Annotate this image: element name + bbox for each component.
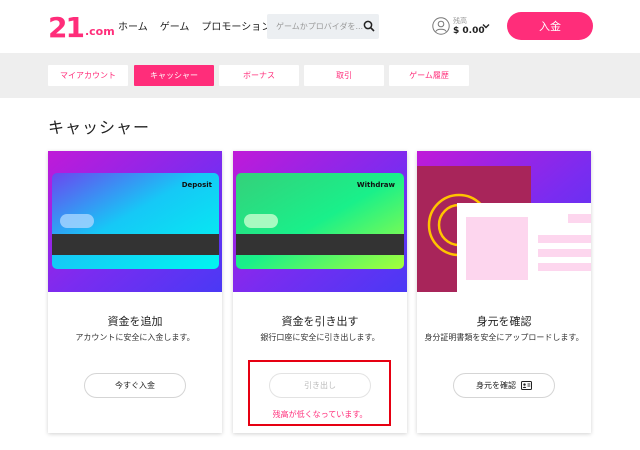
withdraw-card-title: 資金を引き出す [281,315,359,328]
deposit-now-button[interactable]: 今すぐ入金 [84,373,186,398]
verify-identity-illustration [417,151,591,292]
tab-bonus[interactable]: ボーナス [219,65,299,86]
tab-cashier[interactable]: キャッシャー [134,65,214,86]
user-avatar-icon [432,17,450,35]
search-icon[interactable] [363,20,375,32]
verify-card-title: 身元を確認 [476,315,532,328]
highlight-box [248,360,391,426]
tab-transactions[interactable]: 取引 [304,65,384,86]
withdraw-card-desc: 銀行口座に安全に引き出します。 [260,333,380,342]
search-placeholder: ゲームかプロバイダを... [276,22,364,31]
nav-games[interactable]: ゲーム [160,18,190,33]
site-logo[interactable]: 21 .com [48,12,115,42]
search-input[interactable]: ゲームかプロバイダを... [267,14,379,39]
logo-number: 21 [48,11,85,44]
tab-my-account[interactable]: マイアカウント [48,65,128,86]
verify-identity-label: 身元を確認 [476,381,516,390]
withdraw-card-illustration: Withdraw [233,151,407,292]
logo-suffix: .com [84,25,115,38]
verify-card-desc: 身分証明書類を安全にアップロードします。 [424,333,584,342]
page-title: キャッシャー [48,118,151,137]
main-nav: ホーム ゲーム プロモーション [118,18,271,33]
tab-game-history[interactable]: ゲーム履歴 [389,65,469,86]
nav-promotions[interactable]: プロモーション [201,18,271,33]
verify-identity-card: 身元を確認 身分証明書類を安全にアップロードします。 身元を確認 [417,151,591,433]
deposit-card-illustration: Deposit [48,151,222,292]
deposit-card: Deposit 資金を追加 アカウントに安全に入金します。 今すぐ入金 [48,151,222,433]
deposit-button[interactable]: 入金 [507,12,593,40]
header: 21 .com ホーム ゲーム プロモーション ゲームかプロバイダを... 残高… [0,0,640,53]
balance-value: $ 0.00 [453,26,485,36]
deposit-card-title: 資金を追加 [107,315,163,328]
deposit-card-desc: アカウントに安全に入金します。 [75,333,195,342]
balance-label: 残高 [453,17,467,25]
nav-home[interactable]: ホーム [118,18,148,33]
deposit-now-label: 今すぐ入金 [115,381,155,390]
withdraw-card-label: Withdraw [357,181,396,189]
verify-identity-button[interactable]: 身元を確認 [453,373,555,398]
id-card-icon [521,381,532,390]
chevron-down-icon[interactable] [482,22,490,30]
deposit-card-label: Deposit [182,181,213,189]
account-menu[interactable]: 残高 $ 0.00 [432,15,492,39]
